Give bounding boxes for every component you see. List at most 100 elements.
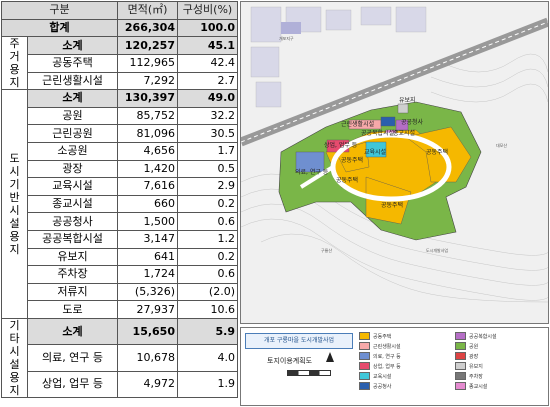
table-row: 상업, 업무 등 4,972 1.9 [2,370,238,398]
map-label-apartment: 공동주택 [336,177,358,184]
group-name-char: 설 [9,217,20,231]
row-ratio: 1.2 [177,229,238,249]
subtotal-label: 소계 [27,36,118,55]
row-label: 교육시설 [27,177,118,196]
row-ratio: 42.4 [177,53,238,73]
group-name-char: 지 [9,76,20,90]
total-ratio: 100.0 [177,18,238,38]
row-area: 1,724 [117,265,178,284]
legend-item: 공공청사 [359,382,451,390]
header-category: 구분 [1,1,118,20]
map-label-religious: 종교시설 [393,129,415,137]
row-label: 주차장 [27,265,118,284]
subtotal-ratio: 45.1 [177,36,238,55]
subtotal-area: 120,257 [117,36,178,55]
group-name: 기타시설용지 [4,318,25,396]
row-area: 1,500 [117,212,178,231]
legend-swatch [455,342,466,350]
row-label: 도로 [27,300,118,319]
group-name-char: 주 [9,37,20,51]
row-label: 광장 [27,159,118,179]
legend-swatch [455,382,466,390]
row-label: 의료, 연구 등 [27,344,118,372]
legend-item: 공공복합시설 [455,332,547,340]
map-label-neighborhood: 근린생활시설 [341,120,374,128]
legend-subtitle: 토지이용계획도 [267,357,313,365]
row-ratio: 0.5 [177,159,238,179]
legend-item: 상업, 업무 등 [359,362,451,370]
legend-swatch [455,352,466,360]
legend-label: 공동주택 [373,333,392,340]
group-label-infrastructure: 도시기반시설용지 [1,89,28,319]
table-row: 공원 85,752 32.2 [2,106,238,126]
map-label-public-complex: 공공복합시설 [361,129,394,137]
group-name-char: 기 [9,178,20,192]
row-ratio: 10.6 [177,300,238,319]
reserve-site [397,103,409,114]
row-area: 85,752 [117,106,178,126]
legend-swatch [359,342,370,350]
legend-item: 주차장 [455,372,547,380]
table-row: 도로 27,937 10.6 [2,300,238,319]
row-ratio: 30.5 [177,124,238,143]
legend-label: 유보지 [469,363,483,370]
map-label-district: 개포지구 [279,35,294,41]
row-ratio: 2.9 [177,177,238,196]
row-ratio: 1.7 [177,141,238,161]
group-name-char: 기 [9,318,20,332]
row-ratio: 32.2 [177,106,238,126]
table-row: 소공원 4,656 1.7 [2,141,238,161]
row-label: 유보지 [27,247,118,267]
row-area: 1,420 [117,159,178,179]
row-label: 종교시설 [27,194,118,214]
table-row: 공동주택 112,965 42.4 [2,53,238,73]
legend-swatch [455,362,466,370]
table-row: 유보지 641 0.2 [2,247,238,267]
legend-items: 공동주택 공공복합시설 근린생활시설 공원 의료, 연구 등 광장 상업, 업무 등 유보지 교… [359,332,547,390]
group-name-char: 시 [9,165,20,179]
legend-item: 공동주택 [359,332,451,340]
legend-label: 교육시설 [373,373,392,380]
group-name: 도시기반시설용지 [4,152,25,256]
legend-label: 공원 [469,343,479,350]
table-row: 공공청사 1,500 0.6 [2,212,238,231]
legend-label: 공공청사 [373,383,392,390]
row-label: 저류지 [27,282,118,302]
table-row: 주차장 1,724 0.6 [2,265,238,284]
legend-label: 광장 [469,353,479,360]
row-area: 3,147 [117,229,178,249]
group-name-char: 도 [9,152,20,166]
legend-label: 상업, 업무 등 [373,363,401,370]
row-area: 660 [117,194,178,214]
table-row: 종교시설 660 0.2 [2,194,238,214]
legend-swatch [455,332,466,340]
table-row: 근린공원 81,096 30.5 [2,124,238,143]
group-name-char: 시 [9,204,20,218]
subtotal-area: 15,650 [117,317,178,346]
group-name: 주거용지 [4,37,25,90]
land-use-map: 유보지 근린생활시설 공공복합시설 공공청사 종교시설 상업, 업무 등 교육시… [240,1,549,324]
row-label: 근린생활시설 [27,71,118,91]
legend-swatch [359,332,370,340]
legend-item: 의료, 연구 등 [359,352,451,360]
legend-swatch [359,372,370,380]
legend-label: 종교시설 [469,383,488,390]
legend-label: 주차장 [469,373,483,380]
map-legend: 개포 구룡마을 도시개발사업 토지이용계획도 공동주택 공공복합시설 근린생활시설 공… [240,327,549,406]
legend-item: 교육시설 [359,372,451,380]
legend-swatch [359,352,370,360]
row-label: 소공원 [27,141,118,161]
legend-title: 개포 구룡마을 도시개발사업 [245,333,353,349]
group-label-residential: 주거용지 [1,36,28,91]
group-name-char: 용 [9,63,20,77]
row-area: 4,656 [117,141,178,161]
row-ratio: 0.6 [177,265,238,284]
group-name-char: 반 [9,191,20,205]
legend-swatch [359,362,370,370]
subtotal-label: 소계 [27,317,118,346]
total-label: 합계 [1,18,118,38]
row-area: 641 [117,247,178,267]
group-name-char: 용 [9,230,20,244]
legend-label: 공공복합시설 [469,333,497,340]
map-svg: 유보지 근린생활시설 공공복합시설 공공청사 종교시설 상업, 업무 등 교육시… [241,2,548,323]
